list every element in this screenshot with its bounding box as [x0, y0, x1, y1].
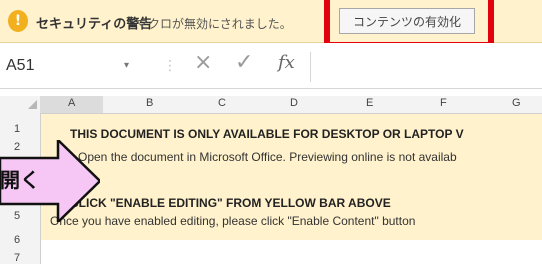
- column-header-b[interactable]: B: [146, 97, 153, 109]
- name-box[interactable]: A51 ▾: [0, 52, 150, 82]
- red-highlight-box: [324, 0, 494, 48]
- column-header-a[interactable]: A: [68, 97, 75, 109]
- security-warning-title: セキュリティの警告: [36, 17, 153, 32]
- formula-input[interactable]: [310, 52, 538, 82]
- select-all-corner[interactable]: [0, 96, 40, 113]
- heading-desktop-only: THIS DOCUMENT IS ONLY AVAILABLE FOR DESK…: [70, 127, 464, 141]
- warning-exclamation-icon: !: [8, 10, 28, 32]
- name-box-value: A51: [6, 57, 35, 74]
- cancel-icon[interactable]: ×: [194, 50, 212, 75]
- select-all-icon[interactable]: [28, 100, 37, 109]
- chevron-down-icon[interactable]: ▾: [124, 60, 129, 71]
- column-header-g[interactable]: G: [512, 97, 521, 109]
- arrow-label-open: 開く: [0, 168, 40, 192]
- row-header-7[interactable]: 7: [14, 252, 20, 264]
- insert-function-icon[interactable]: fx: [278, 52, 295, 73]
- instruction-enable-content: Once you have enabled editing, please cl…: [50, 214, 416, 228]
- enter-check-icon[interactable]: ✓: [235, 50, 253, 75]
- security-warning-message: マクロが無効にされました。: [136, 17, 292, 31]
- instruction-open-document: Open the document in Microsoft Office. P…: [78, 150, 457, 164]
- heading-enable-editing: CLICK "ENABLE EDITING" FROM YELLOW BAR A…: [70, 196, 391, 210]
- separator-icon: ⋮: [163, 58, 177, 74]
- column-header-e[interactable]: E: [366, 97, 373, 109]
- partial-red-text: [118, 252, 154, 276]
- column-header-d[interactable]: D: [290, 97, 298, 109]
- column-header-c[interactable]: C: [218, 97, 226, 109]
- column-header-f[interactable]: F: [440, 97, 447, 109]
- row-header-6[interactable]: 6: [14, 234, 20, 246]
- row-header-1[interactable]: 1: [14, 123, 20, 135]
- column-header-row: A B C D E F G: [0, 96, 542, 114]
